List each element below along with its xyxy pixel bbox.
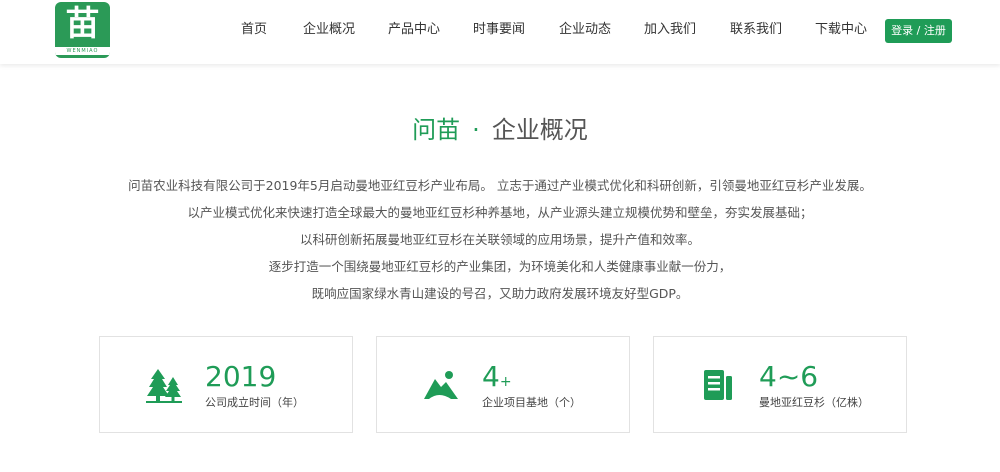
stat-label-founded: 公司成立时间（年）: [205, 396, 304, 409]
logo[interactable]: 苗 WENMIAO: [55, 2, 110, 58]
nav-item-downloads[interactable]: 下载中心: [815, 22, 867, 38]
trees-icon: [146, 369, 182, 403]
nav-item-about[interactable]: 企业概况: [303, 22, 355, 38]
stat-number-trees: 4~6: [759, 360, 819, 393]
stat-label-bases: 企业项目基地（个）: [482, 396, 581, 409]
nav-item-contact[interactable]: 联系我们: [730, 22, 782, 38]
section-brand: 问苗: [412, 116, 461, 144]
logo-text: WENMIAO: [55, 47, 110, 55]
intro-line-3: 以科研创新拓展曼地亚红豆杉在关联领域的应用场景，提升产值和效率。: [299, 232, 700, 247]
stat-card-bases: 4+ 企业项目基地（个）: [376, 336, 630, 433]
landscape-icon: [424, 371, 458, 399]
stat-card-founded: 2019 公司成立时间（年）: [99, 336, 353, 433]
stat-number-bases: 4+: [482, 360, 512, 393]
nav-item-company-updates[interactable]: 企业动态: [559, 22, 611, 38]
stat-card-trees: 4~6 曼地亚红豆杉（亿株）: [653, 336, 907, 433]
title-separator: ·: [472, 116, 480, 144]
stat-number-founded: 2019: [205, 360, 277, 393]
intro-line-2: 以产业模式优化来快速打造全球最大的曼地亚红豆杉种养基地，从产业源头建立规模优势和…: [187, 205, 813, 220]
section-heading: 企业概况: [491, 116, 588, 144]
login-register-button[interactable]: 登录 / 注册: [885, 19, 952, 43]
nav-item-join-us[interactable]: 加入我们: [644, 22, 696, 38]
stat-label-trees: 曼地亚红豆杉（亿株）: [759, 396, 869, 409]
intro-line-4: 逐步打造一个围绕曼地亚红豆杉的产业集团，为环境美化和人类健康事业献一份力，: [268, 259, 732, 274]
document-icon: [704, 370, 732, 400]
logo-char: 苗: [65, 4, 100, 44]
intro-line-1: 问苗农业科技有限公司于2019年5月启动曼地亚红豆杉产业布局。 立志于通过产业模…: [128, 178, 872, 193]
section-title: 问苗 · 企业概况: [0, 115, 1000, 145]
nav-item-home[interactable]: 首页: [241, 22, 267, 38]
site-header: 苗 WENMIAO 首页 企业概况 产品中心 时事要闻 企业动态 加入我们 联系…: [0, 0, 1000, 64]
nav-item-products[interactable]: 产品中心: [388, 22, 440, 38]
nav-item-news[interactable]: 时事要闻: [473, 22, 525, 38]
intro-line-5: 既响应国家绿水青山建设的号召，又助力政府发展环境友好型GDP。: [311, 286, 689, 301]
